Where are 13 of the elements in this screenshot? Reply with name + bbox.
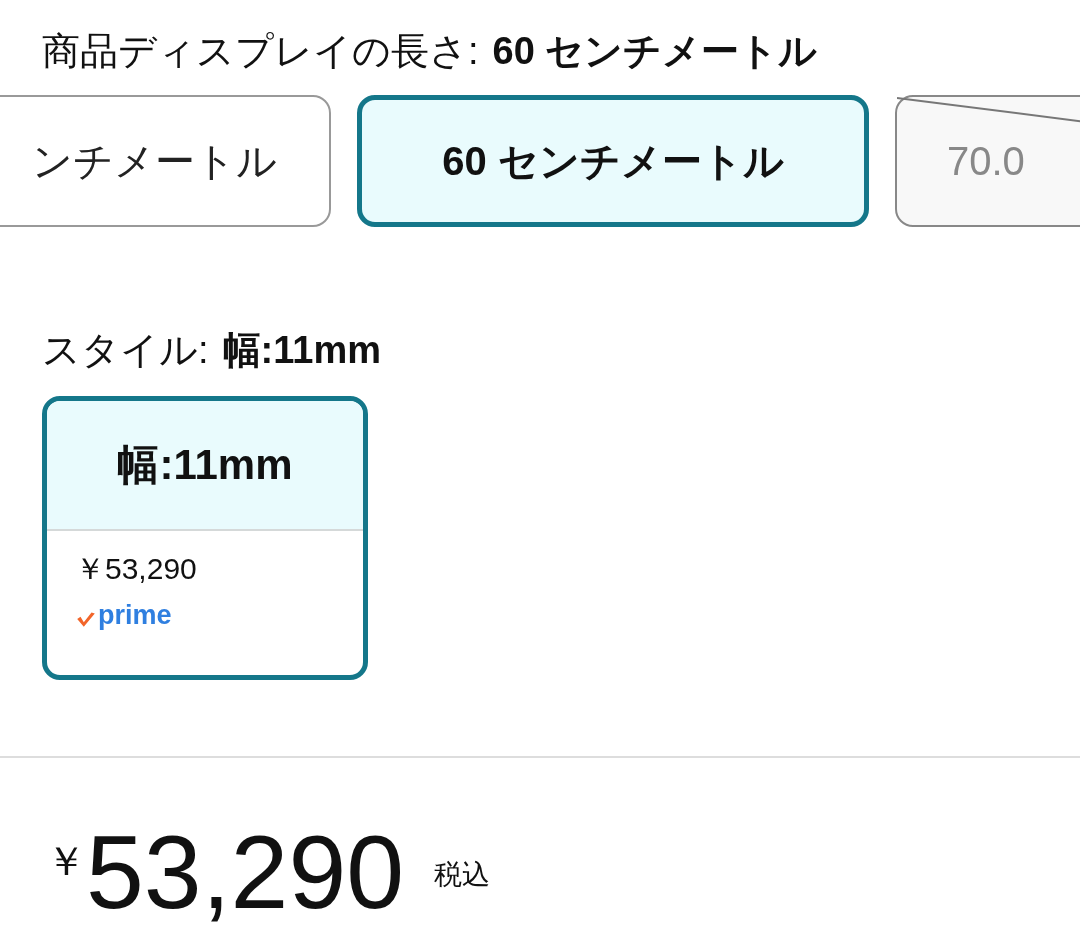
currency-symbol: ￥ bbox=[46, 838, 86, 885]
option-value: 60 センチメートル bbox=[492, 29, 818, 74]
price-amount: 53,290 bbox=[86, 820, 405, 924]
option-label: スタイル: bbox=[42, 328, 209, 373]
option-label: 商品ディスプレイの長さ: bbox=[42, 29, 479, 74]
size-option[interactable]: 60 センチメートル bbox=[357, 95, 869, 227]
tax-note: 税込 bbox=[434, 858, 491, 892]
style-option[interactable]: 幅:11mm ￥53,290 prime bbox=[42, 396, 368, 680]
option-value: 幅:11mm bbox=[222, 328, 381, 373]
style-price: ￥53,290 bbox=[75, 551, 198, 587]
style-title: 幅:11mm bbox=[117, 440, 293, 490]
size-option[interactable]: ンチメートル bbox=[0, 95, 331, 227]
prime-logo: prime bbox=[98, 600, 172, 631]
